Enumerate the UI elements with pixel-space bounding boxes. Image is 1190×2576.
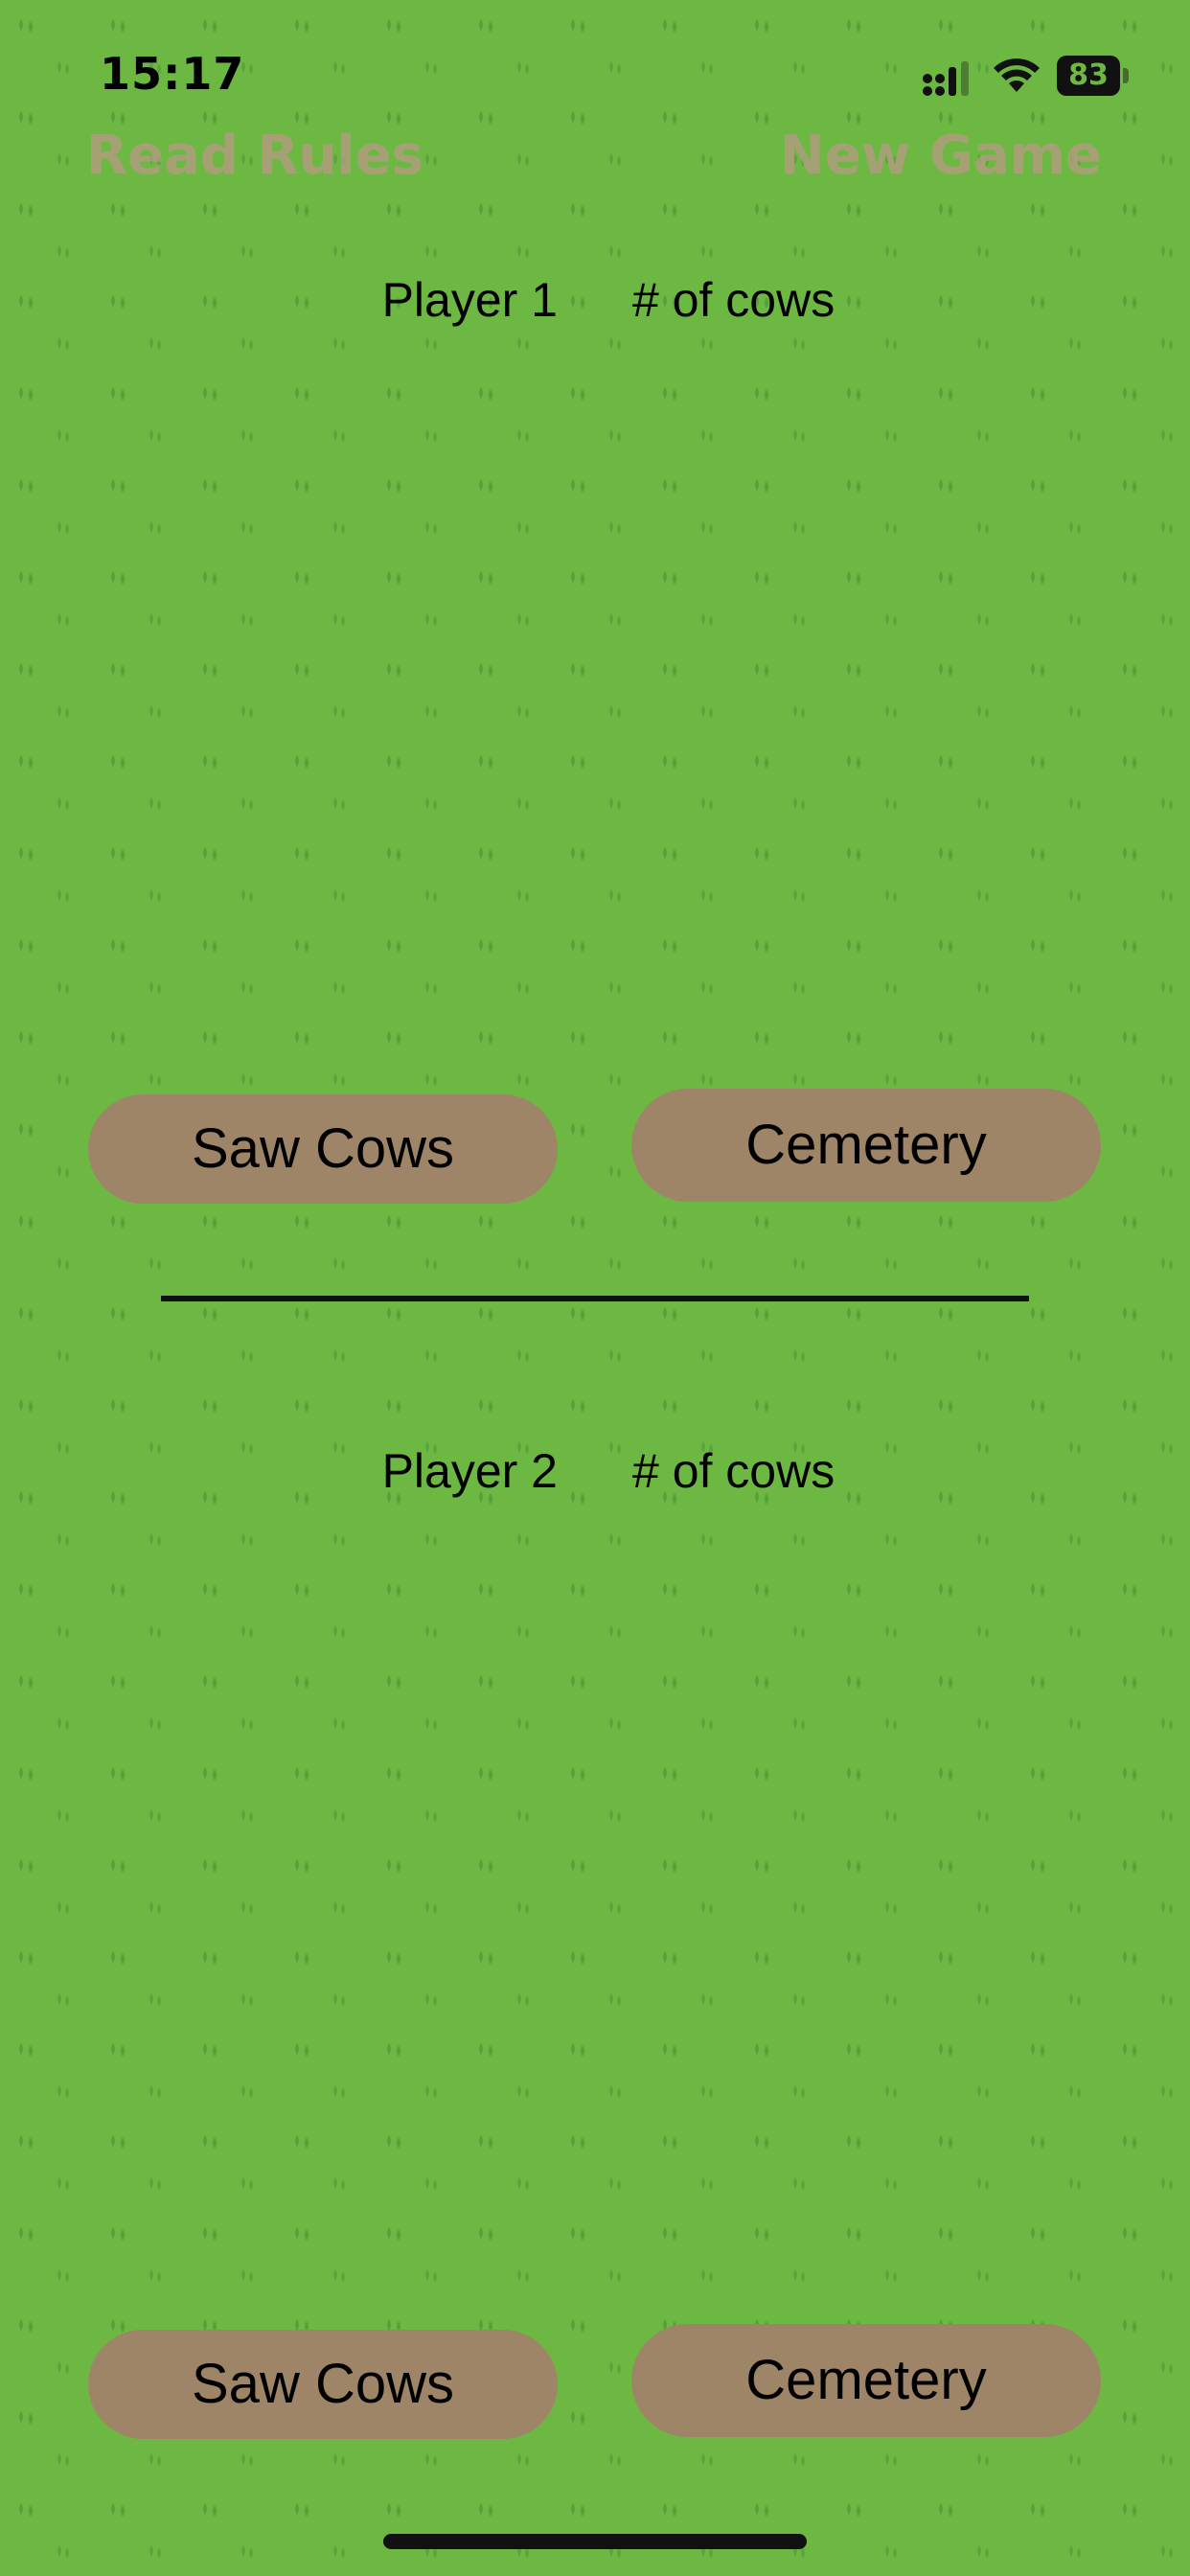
player-1-cow-count: # of cows [632,273,835,327]
battery-cap [1123,68,1129,83]
battery-icon: 83 [1057,56,1130,96]
status-time: 15:17 [100,48,245,100]
wifi-icon [994,58,1040,92]
home-indicator[interactable] [383,2534,807,2549]
player-divider [161,1296,1029,1301]
battery-level: 83 [1068,58,1109,92]
player-1-cemetery-button[interactable]: Cemetery [631,1089,1101,1202]
player-2-cemetery-button[interactable]: Cemetery [631,2324,1101,2437]
player-2-saw-cows-button[interactable]: Saw Cows [88,2330,558,2439]
player-1-saw-cows-button[interactable]: Saw Cows [88,1094,558,1204]
status-bar: 15:17 83 [0,0,1190,134]
player-2-name: Player 2 [381,1444,558,1498]
player-1-name: Player 1 [381,273,558,327]
new-game-button[interactable]: New Game [780,125,1102,187]
read-rules-button[interactable]: Read Rules [86,125,423,187]
player-2-cow-count: # of cows [632,1444,835,1498]
signal-icon [923,61,969,96]
